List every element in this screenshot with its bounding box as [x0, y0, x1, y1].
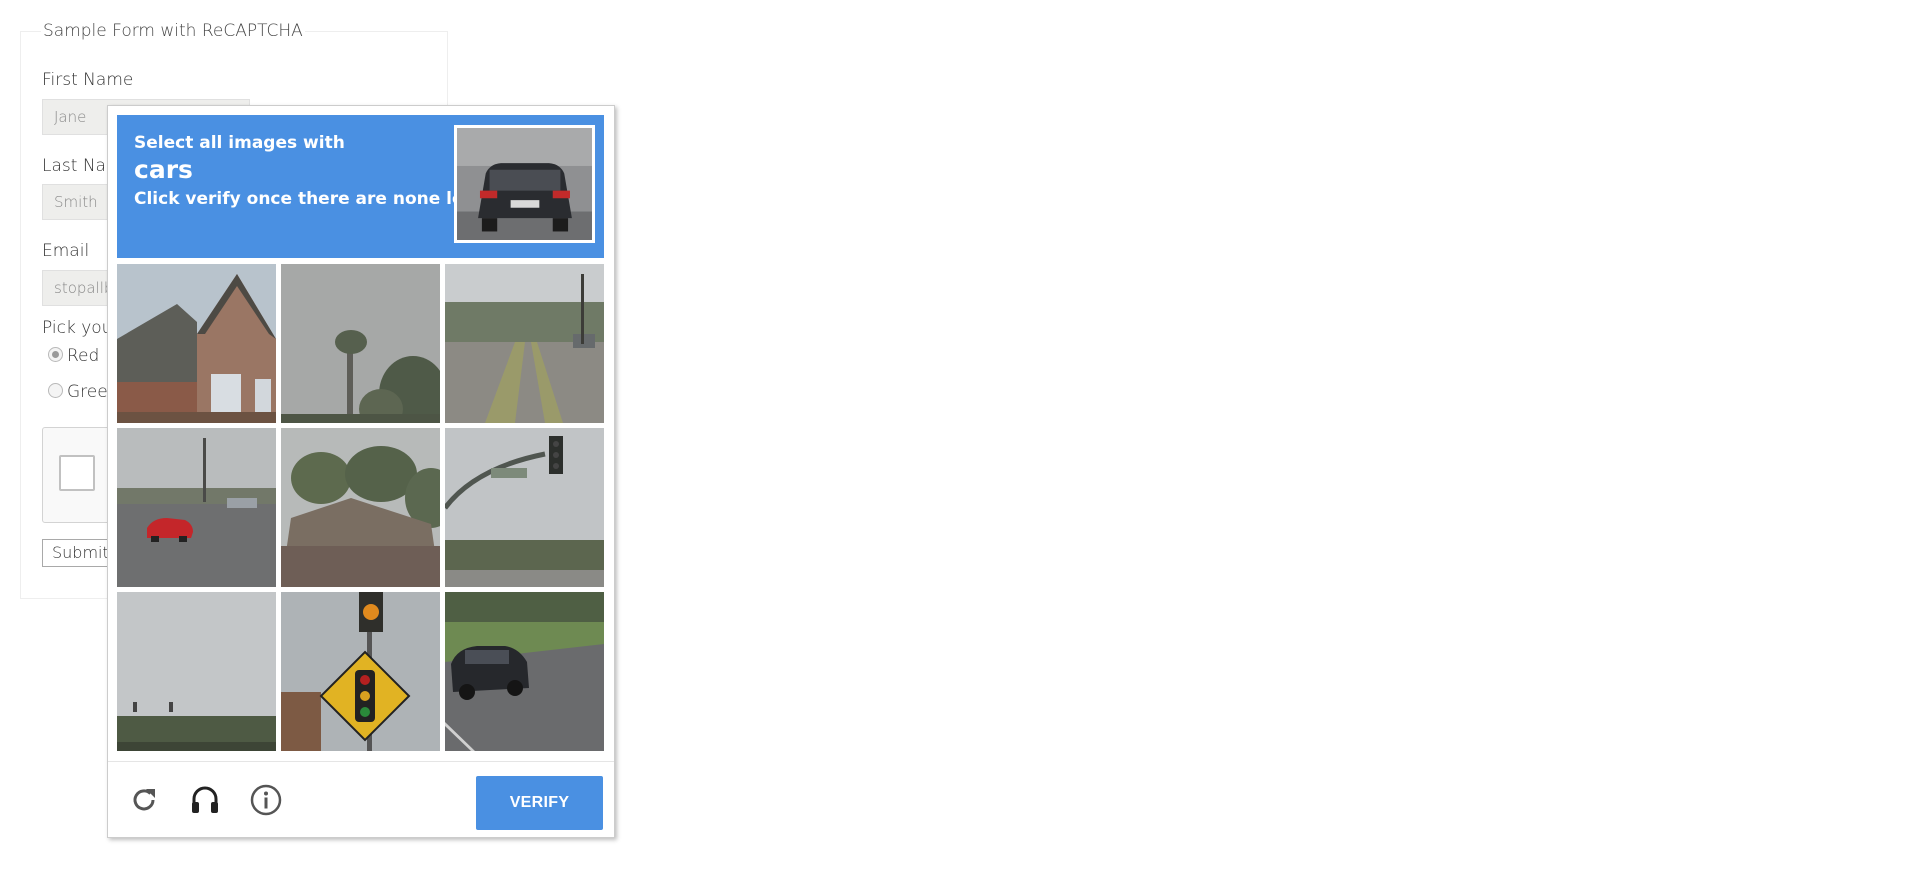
image-tile-traffic-signal-pole[interactable]: [445, 428, 604, 587]
recaptcha-checkbox[interactable]: [59, 455, 95, 491]
instruction-text: Select all images with: [134, 133, 345, 153]
email-label: Email: [42, 241, 90, 261]
image-tile-sky-treeline[interactable]: [117, 592, 276, 751]
instruction-keyword: cars: [134, 155, 193, 184]
radio-red-label: Red: [67, 346, 100, 366]
pick-color-label: Pick you: [42, 318, 113, 338]
instruction-subtext: Click verify once there are none left: [134, 189, 480, 209]
image-tile-brick-house-roof[interactable]: [117, 264, 276, 423]
radio-red[interactable]: Red: [48, 345, 99, 367]
sample-car-image: [454, 125, 595, 243]
radio-green-button[interactable]: [48, 382, 63, 398]
radio-red-button[interactable]: [48, 346, 63, 362]
image-tile-traffic-light-sign[interactable]: [281, 592, 440, 751]
challenge-footer: VERIFY: [108, 761, 614, 837]
first-name-label: First Name: [42, 70, 134, 90]
verify-button[interactable]: VERIFY: [476, 776, 603, 830]
radio-green[interactable]: Greer: [48, 381, 115, 403]
image-tile-palm-tree-fog[interactable]: [281, 264, 440, 423]
image-grid: [117, 264, 604, 751]
headphones-icon[interactable]: [187, 782, 223, 818]
challenge-header: Select all images with cars Click verify…: [117, 115, 604, 258]
captcha-challenge-popup: Select all images with cars Click verify…: [107, 105, 615, 838]
image-tile-trees-rooftop[interactable]: [281, 428, 440, 587]
reload-icon[interactable]: [126, 782, 162, 818]
image-tile-road-lane-trees[interactable]: [445, 264, 604, 423]
info-icon[interactable]: [248, 782, 284, 818]
last-name-label: Last Nar: [42, 156, 113, 176]
form-legend: Sample Form with ReCAPTCHA: [41, 21, 305, 41]
image-tile-intersection-red-car[interactable]: [117, 428, 276, 587]
image-tile-dark-suv-road[interactable]: [445, 592, 604, 751]
